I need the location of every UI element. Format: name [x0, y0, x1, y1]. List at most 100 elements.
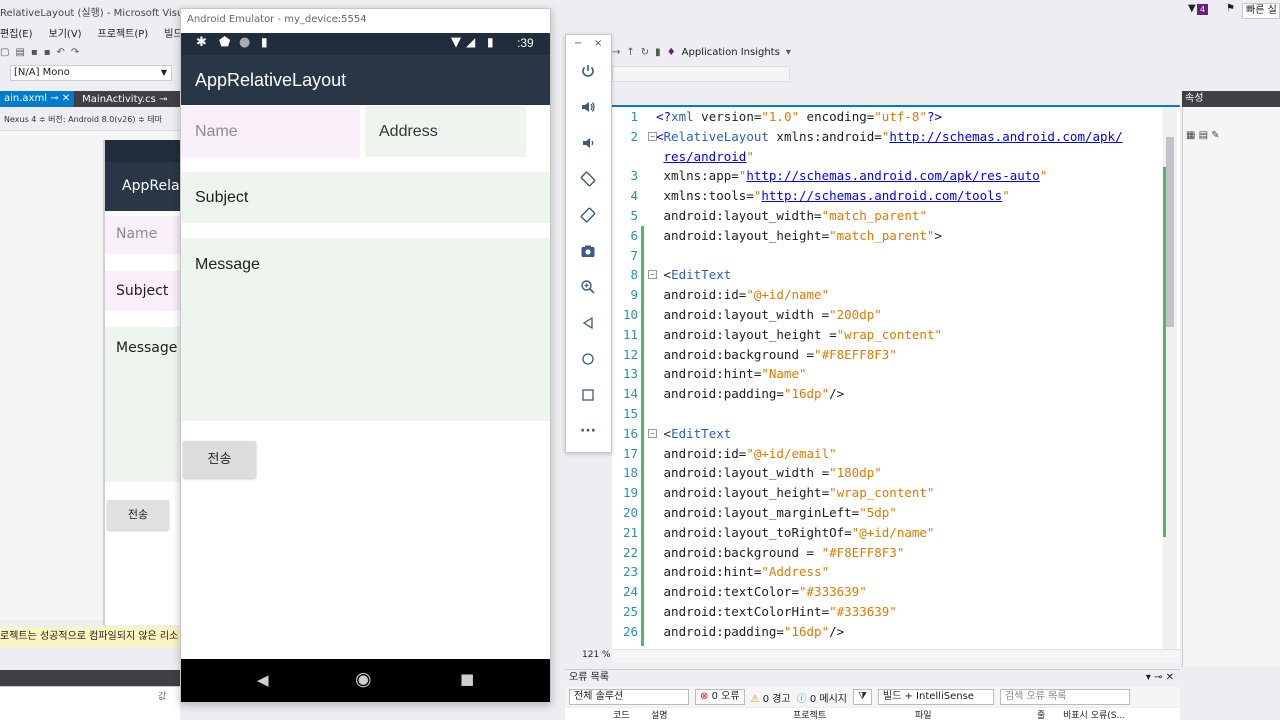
fold-toggle-icon[interactable]: −	[648, 270, 657, 280]
framework-select[interactable]: [N/A] Mono ▼	[10, 65, 172, 81]
designer-device-bar[interactable]: Nexus 4 ≑ 버전: Android 8.0(v26) ≑ 테마	[0, 111, 180, 129]
code-line[interactable]: 8− <EditText	[612, 265, 731, 285]
scrollbar-thumb[interactable]	[1166, 137, 1174, 327]
bookmark-icon[interactable]: ▮	[655, 47, 661, 58]
column-description[interactable]: 설명	[651, 708, 668, 720]
code-line[interactable]: 22 android:background = "#F8EFF8F3"	[612, 543, 904, 563]
column-line[interactable]: 줄	[1037, 708, 1045, 720]
categorized-icon[interactable]: ▦	[1186, 130, 1195, 141]
step-icon[interactable]: ↑	[626, 47, 634, 58]
code-line[interactable]: 11 android:layout_height ="wrap_content"	[612, 325, 942, 345]
rotate-left-icon[interactable]	[577, 168, 599, 190]
code-line[interactable]: 7	[612, 246, 656, 266]
pin-icon[interactable]: ⊸	[159, 94, 167, 105]
recents-icon[interactable]: ■	[460, 670, 474, 688]
code-line[interactable]: 6 android:layout_height="match_parent">	[612, 226, 942, 246]
code-line[interactable]: 21 android:layout_toRightOf="@+id/name"	[612, 523, 935, 543]
code-line[interactable]: 3 xmlns:app= "http://schemas.android.com/…	[612, 166, 1047, 186]
code-line[interactable]: res/android"	[612, 147, 754, 167]
undo-icon[interactable]: ↶	[56, 47, 64, 58]
more-options-icon[interactable]: ···	[577, 420, 599, 442]
volume-up-icon[interactable]	[577, 96, 599, 118]
close-button[interactable]: ×	[594, 38, 602, 49]
column-file[interactable]: 파일	[915, 708, 932, 720]
error-search-input[interactable]: 검색 오류 목록	[999, 689, 1130, 705]
errors-filter-button[interactable]: ⊗ 0 오류	[695, 689, 745, 705]
zoom-level[interactable]: 121 %	[582, 650, 611, 660]
notification-badge[interactable]: 4	[1197, 4, 1208, 15]
error-list-window-controls[interactable]: ▾ ⊸ ✕	[1146, 670, 1174, 686]
code-line[interactable]: 5 android:layout_width="match_parent"	[612, 206, 926, 226]
forward-icon[interactable]: →	[612, 47, 620, 58]
back-icon[interactable]: ◀	[257, 671, 269, 689]
tab-main-activity[interactable]: MainActivity.cs ⊸	[82, 94, 167, 105]
subject-input[interactable]: Subject	[181, 172, 550, 223]
code-line[interactable]: 23 android:hint="Address"	[612, 562, 829, 582]
code-line[interactable]: 14 android:padding="16dp"/>	[612, 384, 844, 404]
code-line[interactable]: 10 android:layout_width ="200dp"	[612, 305, 882, 325]
new-project-icon[interactable]: ▢	[0, 47, 9, 58]
code-line[interactable]: 17 android:id="@+id/email"	[612, 444, 837, 464]
wrench-icon[interactable]: ✎	[1211, 130, 1219, 141]
minimize-button[interactable]: −	[574, 38, 582, 49]
quick-launch-input[interactable]: 빠른 실	[1242, 3, 1280, 19]
fold-toggle-icon[interactable]: −	[648, 428, 657, 438]
chevron-down-icon[interactable]: ▾	[786, 47, 791, 58]
editor-horizontal-scrollbar[interactable]	[612, 649, 1180, 663]
camera-icon[interactable]	[577, 240, 599, 262]
code-line[interactable]: 12 android:background ="#F8EFF8F3"	[612, 345, 897, 365]
code-line[interactable]: 25 android:textColorHint="#333639"	[612, 602, 897, 622]
code-line[interactable]: 20 android:layout_marginLeft="5dp"	[612, 503, 897, 523]
power-icon[interactable]	[577, 60, 599, 82]
code-member-dropdown[interactable]	[612, 66, 790, 82]
pin-icon[interactable]: ⊸	[50, 93, 58, 104]
build-filter-select[interactable]: 빌드 + IntelliSense	[877, 689, 994, 705]
address-input[interactable]: Address	[365, 106, 526, 157]
save-icon[interactable]: ▪	[31, 47, 38, 58]
redo-icon[interactable]: ↷	[71, 47, 79, 58]
rotate-right-icon[interactable]	[577, 204, 599, 226]
alphabetical-icon[interactable]: ▤	[1199, 130, 1208, 141]
home-circle-icon[interactable]	[577, 348, 599, 370]
code-line[interactable]: 13 android:hint="Name"	[612, 364, 807, 384]
menu-edit[interactable]: 편집(E)	[0, 25, 33, 41]
notification-flag-icon[interactable]: ▼	[1188, 3, 1196, 14]
error-scope-select[interactable]: 전체 솔루션	[569, 689, 689, 705]
designer-send-button[interactable]: 전송	[107, 500, 169, 530]
close-icon[interactable]: ✕	[62, 93, 70, 104]
code-line[interactable]: 19 android:layout_height="wrap_content"	[612, 483, 935, 503]
tab-axml[interactable]: ain.axml ⊸ ✕	[0, 91, 75, 107]
code-line[interactable]: 2− <RelativeLayout xmlns:android="http://…	[612, 127, 1122, 147]
zoom-icon[interactable]	[577, 276, 599, 298]
code-line[interactable]: 18 android:layout_width ="180dp"	[612, 463, 882, 483]
save-all-icon[interactable]: ▪	[44, 47, 51, 58]
code-line[interactable]: 9 android:id="@+id/name"	[612, 285, 829, 305]
warnings-filter-button[interactable]: ⚠ 0 경고	[751, 690, 791, 705]
filter-icon[interactable]: ⧩	[852, 689, 872, 705]
application-insights-button[interactable]: Application Insights	[682, 47, 780, 58]
volume-down-icon[interactable]	[577, 132, 599, 154]
column-code[interactable]: 코드	[613, 708, 630, 720]
home-icon[interactable]: ◉	[355, 668, 372, 690]
menu-project[interactable]: 프로젝트(P)	[98, 25, 149, 41]
code-line[interactable]: 16− <EditText	[612, 424, 731, 444]
code-line[interactable]: 26 android:padding="16dp"/>	[612, 622, 844, 642]
editor-vertical-scrollbar[interactable]	[1163, 107, 1177, 649]
menu-view[interactable]: 보기(V)	[49, 25, 82, 41]
send-button[interactable]: 전송	[183, 441, 256, 478]
messages-filter-button[interactable]: ⓘ 0 메시지	[797, 690, 847, 705]
open-folder-icon[interactable]: ▤	[15, 47, 24, 58]
fold-toggle-icon[interactable]: −	[648, 131, 657, 141]
name-input[interactable]: Name	[181, 106, 360, 157]
code-line[interactable]: 15	[612, 404, 656, 424]
back-triangle-icon[interactable]	[577, 312, 599, 334]
code-line[interactable]: 24 android:textColor="#333639"	[612, 582, 867, 602]
code-line[interactable]: 4 xmlns:tools= "http://schemas.android.co…	[612, 186, 1009, 206]
feedback-icon[interactable]: ⚑	[1226, 3, 1235, 14]
column-project[interactable]: 프로젝트	[793, 708, 826, 720]
column-suppression[interactable]: 비표시 오류(S...	[1063, 708, 1125, 720]
message-input[interactable]: Message	[181, 238, 550, 421]
overview-square-icon[interactable]	[577, 384, 599, 406]
refresh-icon[interactable]: ↻	[641, 47, 649, 58]
code-line[interactable]: 1 <?xml version="1.0" encoding="utf-8"?>	[612, 107, 942, 127]
